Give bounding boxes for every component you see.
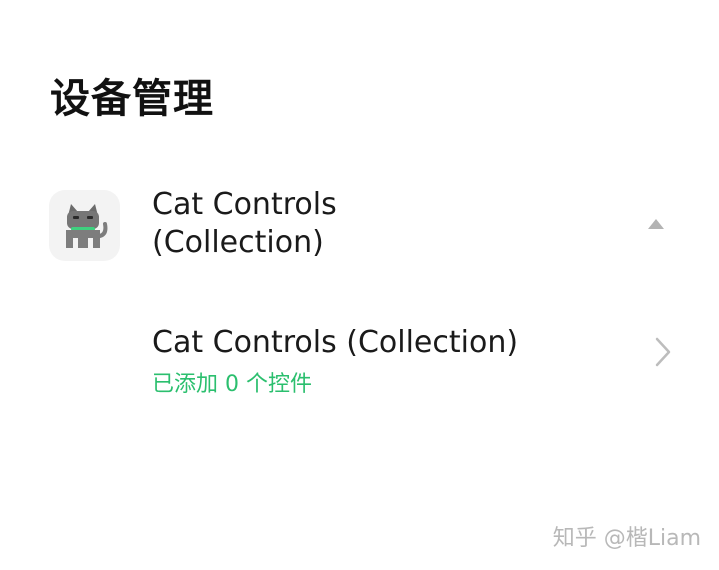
collapse-toggle[interactable] (640, 212, 672, 236)
app-name: Cat Controls (Collection) (152, 186, 592, 262)
app-icon (49, 190, 120, 261)
app-name-line2: (Collection) (152, 225, 324, 260)
app-name-line1: Cat Controls (152, 187, 337, 222)
chevron-right-icon (648, 332, 678, 372)
app-group-header[interactable]: Cat Controls (Collection) (0, 180, 719, 270)
collection-status: 已添加 0 个控件 (152, 372, 312, 397)
device-management-page: 设备管理 Cat Controls (Collection) Cat Contr… (0, 0, 719, 570)
collection-item[interactable]: Cat Controls (Collection) 已添加 0 个控件 (0, 318, 719, 414)
cat-icon (65, 203, 107, 248)
triangle-up-icon (648, 219, 664, 229)
collection-title: Cat Controls (Collection) (152, 325, 519, 360)
watermark: 知乎 @楷Liam (552, 526, 701, 551)
page-title: 设备管理 (50, 76, 214, 122)
